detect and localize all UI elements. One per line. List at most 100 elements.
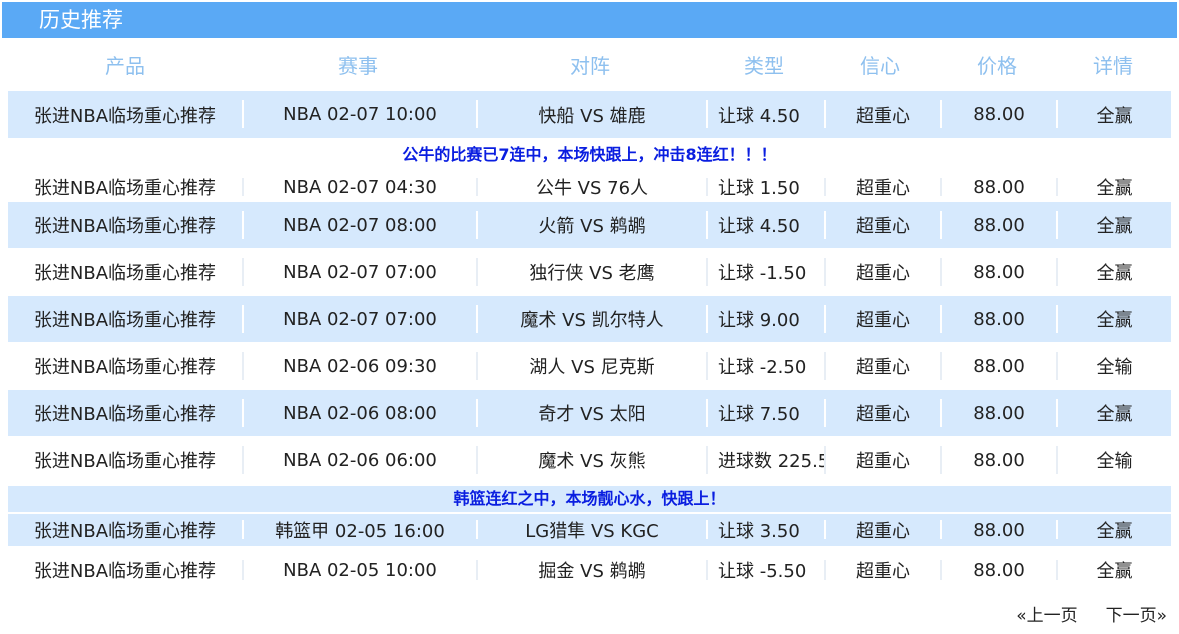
- column-divider: [1056, 520, 1058, 539]
- column-divider: [1056, 305, 1058, 333]
- column-divider: [242, 258, 244, 286]
- column-divider: [242, 446, 244, 474]
- product-cell: 张进NBA临场重心推荐: [33, 521, 217, 542]
- column-divider: [706, 520, 708, 539]
- next-page-link[interactable]: 下一页»: [1106, 606, 1167, 626]
- detail-cell: 全输: [1096, 357, 1133, 378]
- match-cell: 掘金 VS 鹈鹕: [538, 561, 646, 582]
- detail-cell: 全输: [1096, 451, 1133, 472]
- product-cell: 张进NBA临场重心推荐: [33, 404, 217, 425]
- col-header-detail: 详情: [1093, 54, 1133, 78]
- match-cell: LG猎隼 VS KGC: [525, 521, 659, 542]
- column-divider: [824, 305, 826, 333]
- prev-page-link[interactable]: «上一页: [1016, 606, 1077, 626]
- col-header-product: 产品: [105, 54, 145, 78]
- col-header-confidence: 信心: [860, 54, 900, 78]
- type-cell: 让球 4.50: [718, 105, 800, 127]
- history-header: 历史推荐: [2, 2, 1177, 38]
- column-divider: [1056, 258, 1058, 286]
- price-cell: 88.00: [973, 355, 1025, 377]
- table-row: 张进NBA临场重心推荐 NBA 02-07 10:00 快船 VS 雄鹿 让球 4.5…: [8, 91, 1171, 138]
- match-cell: 魔术 VS 灰熊: [538, 451, 646, 472]
- column-divider: [940, 520, 942, 539]
- column-divider: [824, 100, 826, 128]
- confidence-cell: 超重心: [856, 310, 910, 331]
- detail-cell: 全赢: [1096, 178, 1133, 199]
- column-divider: [824, 211, 826, 239]
- table-row: 张进NBA临场重心推荐 NBA 02-06 06:00 魔术 VS 灰熊 进球数 22…: [8, 437, 1171, 483]
- column-divider: [476, 258, 478, 286]
- column-divider: [1056, 560, 1058, 580]
- column-divider: [940, 352, 942, 380]
- column-divider: [242, 399, 244, 427]
- confidence-cell: 超重心: [856, 561, 910, 582]
- column-divider: [476, 446, 478, 474]
- table-row: 张进NBA临场重心推荐 NBA 02-06 09:30 湖人 VS 尼克斯 让球 -2…: [8, 343, 1171, 389]
- column-divider: [940, 560, 942, 580]
- table-row: 张进NBA临场重心推荐 NBA 02-07 08:00 火箭 VS 鹈鹕 让球 4.5…: [8, 202, 1171, 248]
- event-cell: NBA 02-07 10:00: [283, 104, 437, 125]
- product-cell: 张进NBA临场重心推荐: [33, 310, 217, 331]
- column-divider: [1056, 100, 1058, 128]
- price-cell: 88.00: [973, 104, 1025, 125]
- column-divider: [1056, 352, 1058, 380]
- column-divider: [706, 305, 708, 333]
- col-header-event: 赛事: [338, 54, 378, 78]
- recommendation-notice: 韩篮连红之中，本场靓心水，快跟上！: [8, 486, 1171, 512]
- product-cell: 张进NBA临场重心推荐: [33, 263, 217, 284]
- confidence-cell: 超重心: [856, 263, 910, 284]
- column-divider: [940, 178, 942, 196]
- type-cell: 进球数 225.50: [718, 451, 824, 472]
- column-divider: [1056, 211, 1058, 239]
- column-divider: [476, 399, 478, 427]
- type-cell: 让球 -2.50: [718, 357, 807, 378]
- column-divider: [706, 446, 708, 474]
- confidence-cell: 超重心: [856, 404, 910, 425]
- type-cell: 让球 7.50: [718, 404, 800, 425]
- confidence-cell: 超重心: [856, 105, 910, 127]
- event-cell: 韩篮甲 02-05 16:00: [275, 521, 445, 542]
- column-divider: [476, 560, 478, 580]
- detail-cell: 全赢: [1096, 404, 1133, 425]
- column-divider: [242, 211, 244, 239]
- table-row: 张进NBA临场重心推荐 NBA 02-07 07:00 独行侠 VS 老鹰 让球 -1…: [8, 249, 1171, 295]
- match-cell: 奇才 VS 太阳: [538, 404, 646, 425]
- column-divider: [940, 258, 942, 286]
- price-cell: 88.00: [973, 519, 1025, 541]
- column-divider: [242, 352, 244, 380]
- column-divider: [824, 520, 826, 539]
- column-divider: [476, 305, 478, 333]
- column-divider: [242, 178, 244, 196]
- price-cell: 88.00: [973, 308, 1025, 330]
- product-cell: 张进NBA临场重心推荐: [33, 178, 217, 199]
- match-cell: 湖人 VS 尼克斯: [529, 357, 655, 378]
- detail-cell: 全赢: [1096, 521, 1133, 542]
- column-divider: [706, 211, 708, 239]
- column-divider: [824, 560, 826, 580]
- column-divider: [706, 399, 708, 427]
- column-divider: [1056, 178, 1058, 196]
- event-cell: NBA 02-07 08:00: [283, 214, 437, 236]
- confidence-cell: 超重心: [856, 357, 910, 378]
- column-divider: [940, 100, 942, 128]
- detail-cell: 全赢: [1096, 310, 1133, 331]
- event-cell: NBA 02-06 08:00: [283, 402, 437, 424]
- detail-cell: 全赢: [1096, 105, 1133, 127]
- match-cell: 魔术 VS 凯尔特人: [520, 310, 664, 331]
- confidence-cell: 超重心: [856, 216, 910, 237]
- product-cell: 张进NBA临场重心推荐: [33, 216, 217, 237]
- column-divider: [706, 560, 708, 580]
- type-cell: 让球 1.50: [718, 178, 800, 199]
- price-cell: 88.00: [973, 261, 1025, 283]
- event-cell: NBA 02-07 04:30: [283, 176, 437, 198]
- column-divider: [706, 100, 708, 128]
- column-divider: [706, 178, 708, 196]
- column-divider: [476, 100, 478, 128]
- type-cell: 让球 -1.50: [718, 263, 807, 284]
- column-divider: [242, 560, 244, 580]
- column-divider: [940, 211, 942, 239]
- column-divider: [1056, 446, 1058, 474]
- column-divider: [940, 305, 942, 333]
- confidence-cell: 超重心: [856, 178, 910, 199]
- product-cell: 张进NBA临场重心推荐: [33, 451, 217, 472]
